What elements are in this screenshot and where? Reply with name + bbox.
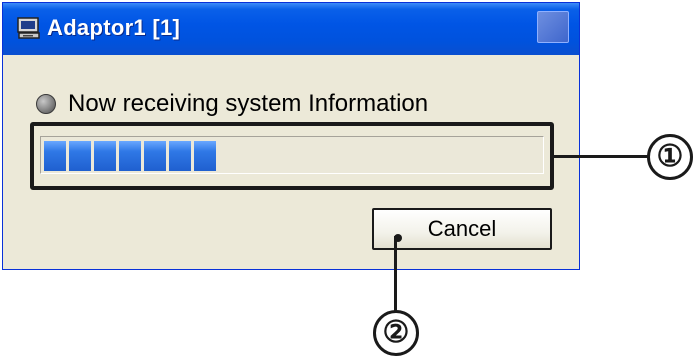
status-led-icon <box>36 94 56 114</box>
progress-block <box>94 141 116 171</box>
cancel-button[interactable]: Cancel <box>372 208 552 250</box>
callout-leader-line-2 <box>394 236 397 318</box>
callout-leader-line-1 <box>554 155 648 158</box>
progress-block <box>144 141 166 171</box>
progress-block <box>69 141 91 171</box>
progress-block <box>169 141 191 171</box>
figure-stage: Adaptor1 [1] Now receiving system Inform… <box>0 0 699 360</box>
progress-highlight-frame <box>30 122 554 190</box>
callout-number-1: ① <box>647 134 693 180</box>
computer-icon <box>17 17 41 39</box>
progress-fill <box>44 141 216 171</box>
progress-block <box>194 141 216 171</box>
window-title: Adaptor1 [1] <box>47 15 181 40</box>
progress-block <box>119 141 141 171</box>
progress-bar <box>40 136 544 174</box>
cancel-button-label: Cancel <box>427 216 497 241</box>
status-text: Now receiving system Information <box>68 90 429 117</box>
title-bar[interactable]: Adaptor1 [1] <box>3 3 579 55</box>
title-bar-button[interactable] <box>537 11 569 43</box>
progress-block <box>44 141 66 171</box>
callout-number-2: ② <box>373 310 419 356</box>
